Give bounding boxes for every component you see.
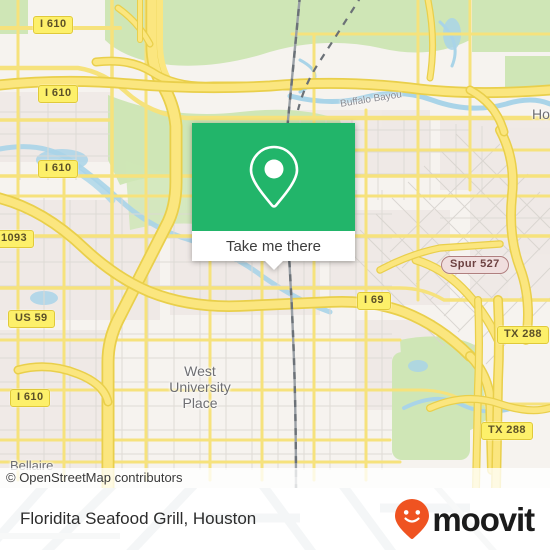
take-me-there-callout[interactable]: Take me there — [192, 123, 355, 270]
callout-footer[interactable]: Take me there — [192, 231, 355, 270]
moovit-pin-smile-icon — [395, 499, 430, 539]
road-shield: Spur 527 — [441, 256, 509, 274]
take-me-there-label: Take me there — [225, 237, 322, 255]
road-shield: I 610 — [10, 389, 51, 407]
road-shield: I 610 — [38, 160, 79, 178]
road-shield: I 610 — [38, 85, 79, 103]
place-label-houston: Ho — [532, 106, 550, 122]
footer-bar: Floridita Seafood Grill, Houston moovit — [0, 488, 550, 550]
road-shield: I 610 — [33, 16, 74, 34]
moovit-wordmark: moovit — [432, 500, 535, 538]
road-shield: TX 288 — [481, 422, 533, 440]
road-shield: US 59 — [8, 310, 55, 328]
moovit-place-card: I 610 I 610 I 610 1093 US 59 I 610 I 69 … — [0, 0, 550, 550]
place-title: Floridita Seafood Grill, Houston — [20, 509, 257, 528]
map-pin-icon — [249, 145, 298, 208]
osm-attribution[interactable]: © OpenStreetMap contributors — [0, 468, 550, 488]
road-shield: TX 288 — [497, 326, 549, 344]
callout-header — [192, 123, 355, 231]
place-label-west-university-place: West University Place — [169, 363, 231, 411]
road-shield: I 69 — [357, 292, 391, 310]
callout-tail — [264, 261, 283, 270]
road-shield: 1093 — [0, 230, 35, 248]
moovit-logo[interactable]: moovit — [394, 488, 535, 550]
